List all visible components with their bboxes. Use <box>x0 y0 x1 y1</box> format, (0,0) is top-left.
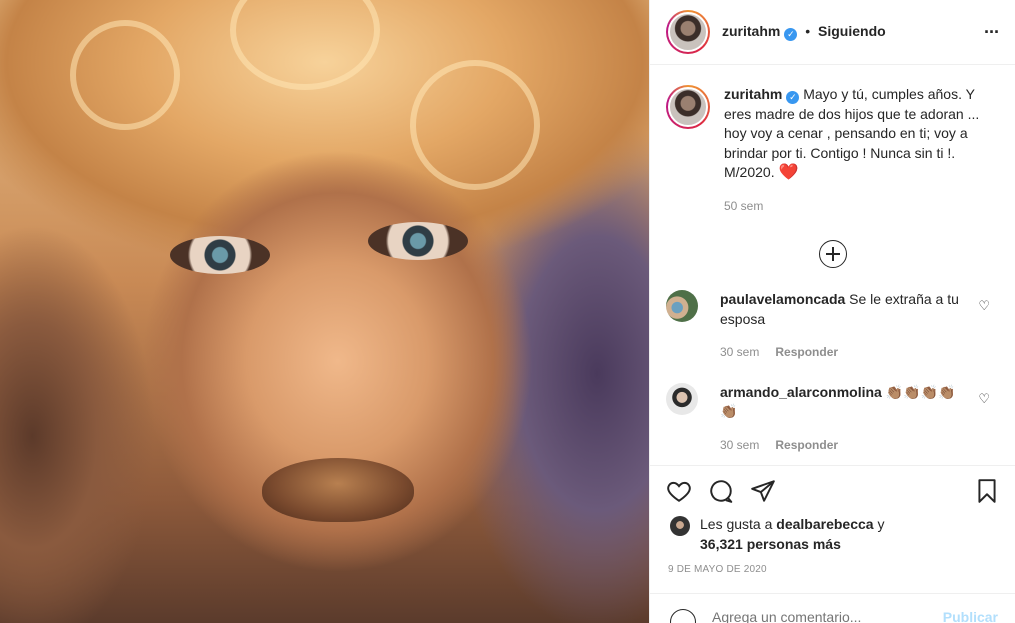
liker-username[interactable]: dealbarebecca <box>776 516 873 532</box>
liker-avatar[interactable] <box>670 516 690 536</box>
caption-author-username[interactable]: zuritahm <box>724 86 782 102</box>
eye <box>368 222 468 260</box>
comment-item: paulavelamoncada Se le extraña a tu espo… <box>650 290 1015 363</box>
comments-section: zuritahm ✓ Mayo y tú, cumples años. Y ere… <box>650 65 1015 465</box>
verified-icon: ✓ <box>784 28 798 41</box>
emoji-smile-icon[interactable] <box>670 609 696 623</box>
verified-icon: ✓ <box>786 91 800 104</box>
reply-button[interactable]: Responder <box>775 438 838 452</box>
following-button[interactable]: Siguiendo <box>818 23 886 39</box>
hair-curl <box>410 60 540 190</box>
comment-bubble-icon[interactable] <box>708 478 734 504</box>
author-username[interactable]: zuritahm <box>722 23 780 39</box>
post-panel: zuritahm ✓ • Siguiendo ··· zuritahm ✓ Mayo… <box>649 0 1015 623</box>
commenter-avatar[interactable] <box>666 290 698 322</box>
comment-item: armando_alarconmolina 👏🏽👏🏽👏🏽👏🏽👏🏽 30 sem R… <box>650 382 1015 456</box>
eye <box>170 236 270 274</box>
share-send-icon[interactable] <box>750 478 776 504</box>
lips <box>262 458 414 522</box>
post-header: zuritahm ✓ • Siguiendo ··· <box>650 0 1015 65</box>
reply-button[interactable]: Responder <box>775 345 838 359</box>
comment-meta: 30 sem Responder <box>720 343 960 363</box>
comment-body: armando_alarconmolina 👏🏽👏🏽👏🏽👏🏽👏🏽 30 sem R… <box>720 383 960 456</box>
more-options-icon[interactable]: ··· <box>984 22 1000 43</box>
hair-curl <box>230 0 380 90</box>
caption-body: zuritahm ✓ Mayo y tú, cumples años. Y ere… <box>724 85 1000 216</box>
comment-like-icon[interactable]: ♡ <box>978 391 990 407</box>
post-date[interactable]: 9 DE MAYO DE 2020 <box>650 554 1015 575</box>
likes-and: y <box>877 516 885 532</box>
author-avatar[interactable] <box>666 10 710 54</box>
comment-meta: 30 sem Responder <box>720 436 960 456</box>
likes-prefix: Les gusta a <box>700 516 773 532</box>
load-more-comments-icon[interactable] <box>819 240 847 268</box>
likes-count[interactable]: 36,321 personas más <box>700 536 841 552</box>
likes-summary: Les gusta a dealbarebecca y 36,321 perso… <box>650 504 1015 554</box>
like-heart-icon[interactable] <box>666 478 692 504</box>
bookmark-icon[interactable] <box>974 478 1000 504</box>
comment-time: 30 sem <box>720 437 760 452</box>
commenter-avatar[interactable] <box>666 382 698 415</box>
comment-time: 30 sem <box>720 345 760 359</box>
post-image[interactable] <box>0 0 649 623</box>
caption-author-avatar[interactable] <box>666 85 710 129</box>
comment-like-icon[interactable]: ♡ <box>978 298 990 314</box>
commenter-username[interactable]: paulavelamoncada <box>720 291 845 307</box>
comment-body: paulavelamoncada Se le extraña a tu espo… <box>720 290 960 363</box>
heart-emoji: ❤️ <box>778 164 799 181</box>
commenter-username[interactable]: armando_alarconmolina <box>720 384 882 400</box>
post-actions: Les gusta a dealbarebecca y 36,321 perso… <box>650 465 1015 623</box>
separator-dot: • <box>805 23 811 39</box>
hair-curl <box>70 20 180 130</box>
add-comment-bar: Publicar <box>650 593 1015 623</box>
caption: zuritahm ✓ Mayo y tú, cumples años. Y ere… <box>650 65 1015 216</box>
comment-input[interactable] <box>712 609 922 623</box>
action-bar <box>650 466 1015 504</box>
publish-button[interactable]: Publicar <box>943 609 998 623</box>
caption-time: 50 sem <box>724 198 764 213</box>
